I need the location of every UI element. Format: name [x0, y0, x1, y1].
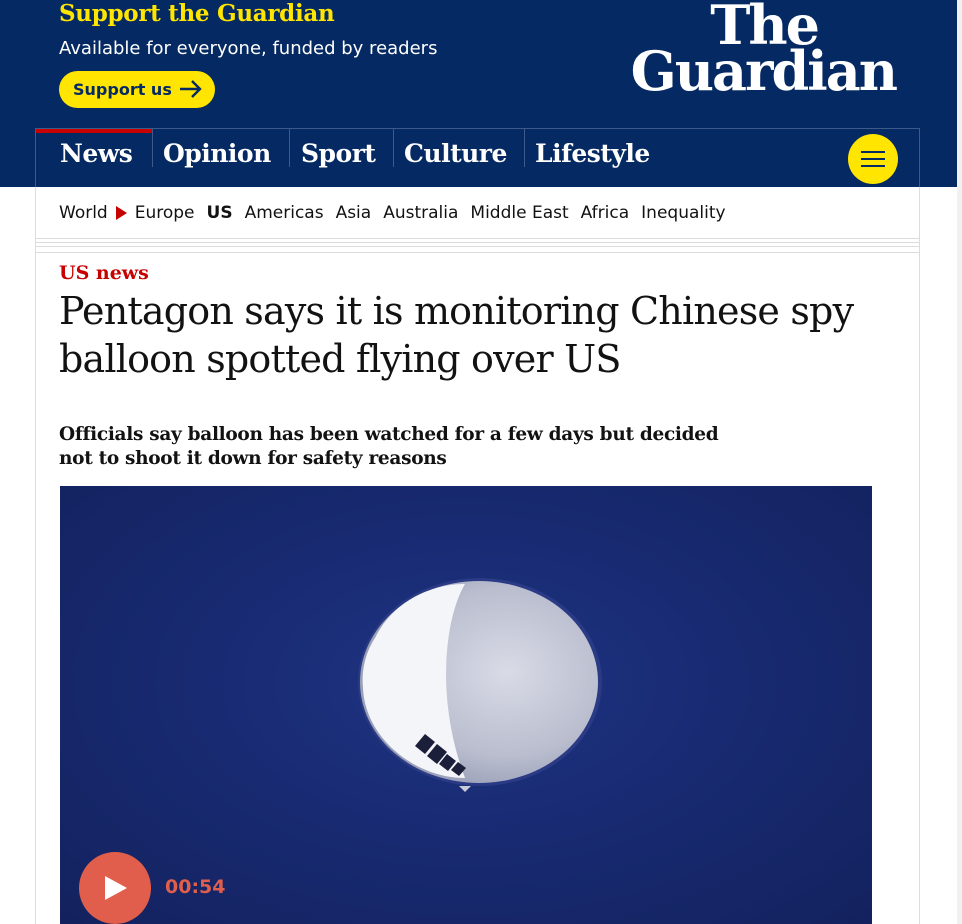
nav-news[interactable]: News — [35, 129, 153, 187]
subnav-inequality[interactable]: Inequality — [641, 203, 725, 223]
nav-divider — [289, 129, 290, 167]
nav-divider — [393, 129, 394, 167]
divider — [35, 246, 920, 247]
support-title: Support the Guardian — [59, 0, 335, 27]
logo-line-2: Guardian — [630, 39, 898, 104]
triangle-right-icon — [115, 206, 127, 220]
subnav-asia[interactable]: Asia — [336, 203, 372, 223]
article-standfirst: Officials say balloon has been watched f… — [59, 424, 719, 469]
support-subtitle: Available for everyone, funded by reader… — [59, 38, 438, 59]
divider — [35, 238, 920, 239]
subnav-americas[interactable]: Americas — [245, 203, 324, 223]
article-headline: Pentagon says it is monitoring Chinese s… — [59, 289, 854, 381]
hamburger-icon[interactable] — [848, 134, 898, 184]
nav-sport[interactable]: Sport — [301, 129, 376, 187]
section-kicker[interactable]: US news — [59, 262, 149, 284]
primary-nav: News Opinion Sport Culture Lifestyle — [35, 129, 920, 187]
subnav-middle-east[interactable]: Middle East — [470, 203, 568, 223]
subnav-us[interactable]: US — [207, 203, 233, 223]
subnav-world[interactable]: World — [59, 203, 108, 223]
divider — [35, 242, 920, 243]
balloon-image — [358, 578, 602, 792]
nav-lifestyle[interactable]: Lifestyle — [535, 129, 650, 187]
support-us-button[interactable]: Support us — [59, 71, 215, 108]
sub-navigation: World Europe US Americas Asia Australia … — [59, 201, 738, 225]
guardian-logo[interactable]: The Guardian — [626, 0, 898, 104]
scrollbar-track[interactable] — [957, 0, 962, 924]
play-icon — [105, 876, 127, 900]
subnav-africa[interactable]: Africa — [581, 203, 630, 223]
nav-divider — [152, 129, 153, 167]
subnav-europe[interactable]: Europe — [135, 203, 195, 223]
video-duration: 00:54 — [165, 876, 226, 898]
support-us-label: Support us — [73, 80, 172, 99]
subnav-australia[interactable]: Australia — [383, 203, 458, 223]
nav-opinion[interactable]: Opinion — [163, 129, 271, 187]
divider — [35, 252, 920, 253]
arrow-right-icon — [180, 80, 202, 98]
play-button[interactable] — [79, 852, 151, 924]
nav-culture[interactable]: Culture — [404, 129, 507, 187]
nav-divider — [524, 129, 525, 167]
